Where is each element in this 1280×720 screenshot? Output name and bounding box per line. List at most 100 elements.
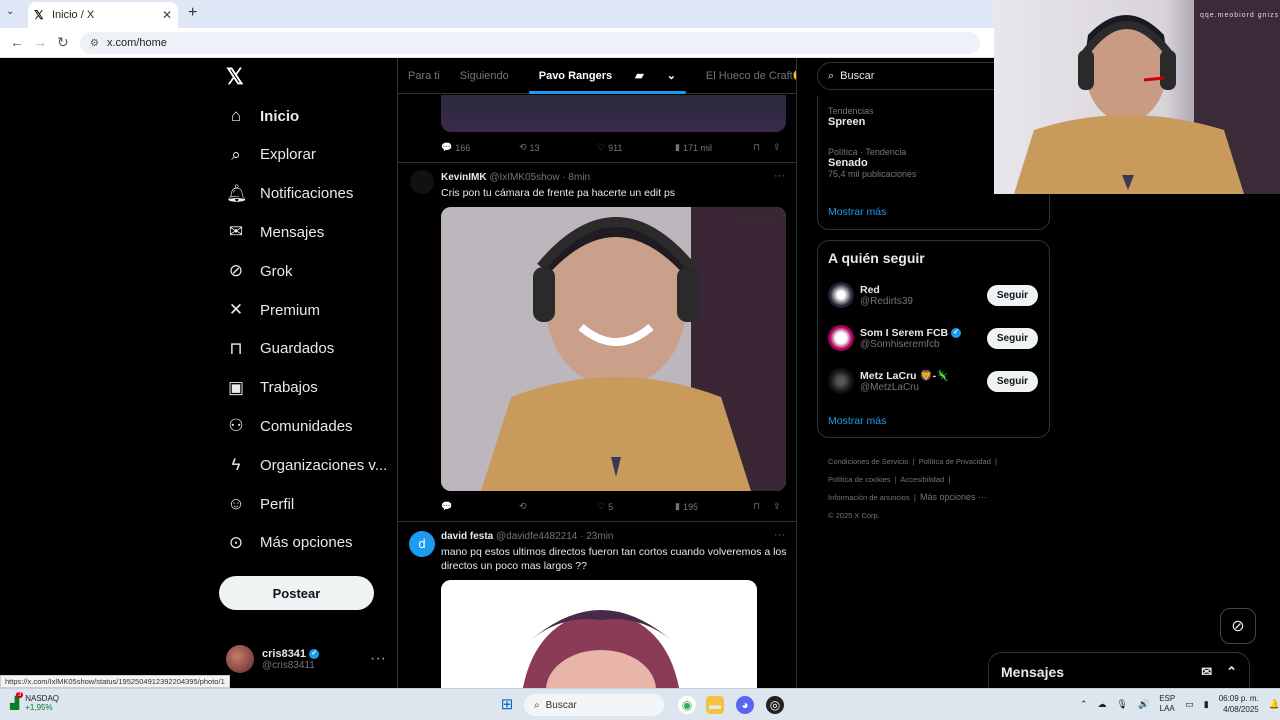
verified-badge-icon: ✓ xyxy=(951,327,962,338)
privacy-link[interactable]: Política de Privacidad xyxy=(919,457,991,466)
nav-item-notificaciones[interactable]: 🔔︎ Notificaciones xyxy=(226,177,353,211)
tab-el-hueco-de-craft[interactable]: El Hueco de Craft😯 xyxy=(696,69,796,82)
follow-button[interactable]: Seguir xyxy=(986,327,1038,349)
follow-suggestion[interactable]: Metz LaCru 🦁-🦎 @MetzLaCru Seguir xyxy=(828,365,1038,397)
link-status-bar: https://x.com/IxlMK05show/status/1952504… xyxy=(0,675,230,688)
accessibility-link[interactable]: Accesibilidad xyxy=(900,475,944,484)
nav-item-guardados[interactable]: ⊓ Guardados xyxy=(226,332,334,366)
nav-item-comunidades[interactable]: ⚇ Comunidades xyxy=(226,409,353,443)
tab-siguiendo[interactable]: Siguiendo xyxy=(450,70,519,82)
show-more-link[interactable]: Mostrar más xyxy=(828,415,886,427)
avatar[interactable]: d xyxy=(409,531,435,557)
author-handle[interactable]: @davidfe4482214 xyxy=(496,531,577,542)
ads-info-link[interactable]: Información de anuncios xyxy=(828,493,910,502)
nav-item-mensajes[interactable]: ✉ Mensajes xyxy=(226,215,324,249)
repost-button[interactable]: ⟲ 13 xyxy=(519,142,597,153)
chevron-up-icon[interactable]: ⌃ xyxy=(1080,699,1088,710)
nav-item-trabajos[interactable]: ▣ Trabajos xyxy=(226,371,318,405)
avatar[interactable] xyxy=(410,170,434,194)
tweet-photo[interactable]: qqe.meobi xyxy=(441,207,786,491)
follow-suggestion[interactable]: Red @Redirts39 Seguir xyxy=(828,279,1038,311)
account-name: cris8341 xyxy=(262,647,307,660)
taskbar-search[interactable]: ⌕ Buscar xyxy=(524,694,664,716)
back-icon[interactable]: ← xyxy=(10,34,24,50)
chrome-icon[interactable]: ◉ xyxy=(678,696,696,714)
new-message-icon[interactable]: ✉ xyxy=(1201,664,1212,680)
forward-icon[interactable]: → xyxy=(33,34,47,50)
trend-item[interactable]: Tendencias Spreen xyxy=(828,106,874,128)
x-logo-icon[interactable]: 𝕏 xyxy=(226,64,244,90)
messages-drawer[interactable]: Mensajes ✉ ⌃ xyxy=(988,652,1250,692)
chevron-down-icon: ⌄ xyxy=(666,70,676,82)
account-switcher[interactable]: cris8341 ✓ @cris83411 ··· xyxy=(226,642,386,676)
show-more-link[interactable]: Mostrar más xyxy=(828,206,886,218)
reload-icon[interactable]: ↻ xyxy=(57,34,69,51)
tweet-time[interactable]: · 8min xyxy=(562,172,590,183)
follow-button[interactable]: Seguir xyxy=(986,284,1038,306)
follow-button[interactable]: Seguir xyxy=(986,370,1038,392)
like-button[interactable]: ♡ 911 xyxy=(597,142,675,153)
share-icon[interactable]: ⇪ xyxy=(773,142,781,153)
cloud-icon[interactable]: ☁ xyxy=(1098,699,1107,710)
nav-item-inicio[interactable]: ⌂ Inicio xyxy=(226,99,299,133)
post-button[interactable]: Postear xyxy=(219,576,374,610)
close-tab-icon[interactable]: ✕ xyxy=(162,8,172,22)
follow-suggestion[interactable]: Som I Serem FCB ✓ @Somhiseremfcb Seguir xyxy=(828,322,1038,354)
network-icon[interactable]: ▭ xyxy=(1185,699,1194,710)
reply-button[interactable]: 💬 xyxy=(441,501,519,512)
author-name[interactable]: david festa xyxy=(441,531,493,542)
nav-item-organizaciones-v[interactable]: ϟ Organizaciones v... xyxy=(226,448,388,482)
tweet-text: Cris pon tu cámara de frente pa hacerte … xyxy=(441,187,676,199)
battery-icon[interactable]: ▮ xyxy=(1204,699,1209,710)
stock-change: +1,95% xyxy=(25,703,53,712)
cookies-link[interactable]: Política de cookies xyxy=(828,475,891,484)
more-icon[interactable]: ··· xyxy=(370,650,386,668)
search-input[interactable]: ⌕ Buscar xyxy=(817,62,1017,90)
site-info-icon[interactable]: ⚙ xyxy=(90,38,99,49)
bookmark-icon[interactable]: ⊓ xyxy=(753,501,773,512)
views-button[interactable]: ▮ 195 xyxy=(675,501,753,512)
url-field[interactable]: ⚙ x.com/home xyxy=(80,32,980,54)
nav-item-grok[interactable]: ⊘ Grok xyxy=(226,254,293,288)
tab-pavo-rangers[interactable]: Pavo Rangers ▰ ⌄ xyxy=(519,69,696,94)
bolt-icon: ϟ xyxy=(231,455,241,475)
nav-item-label: Comunidades xyxy=(260,417,353,435)
speaker-icon[interactable]: 🔊 xyxy=(1138,699,1149,710)
tab-para-ti[interactable]: Para ti xyxy=(398,70,450,82)
more-icon[interactable]: ··· xyxy=(774,170,785,182)
stock-widget[interactable]: ▟ 3 NASDAQ +1,95% xyxy=(10,692,59,712)
share-icon[interactable]: ⇪ xyxy=(773,501,781,512)
copyright-text: © 2025 X Corp. xyxy=(828,511,880,520)
language-indicator[interactable]: ESP LAA xyxy=(1159,694,1175,714)
notifications-icon[interactable]: 🔔 xyxy=(1269,699,1280,710)
microphone-icon[interactable]: 🎙 xyxy=(1117,699,1128,710)
clock[interactable]: 06:09 p. m. 4/08/2025 xyxy=(1219,693,1259,715)
nav-item-m-s-opciones[interactable]: ⊙ Más opciones xyxy=(226,526,353,560)
repost-button[interactable]: ⟲ xyxy=(519,501,597,512)
views-button[interactable]: ▮ 171 mil xyxy=(675,142,753,153)
tweet-photo[interactable] xyxy=(441,580,757,688)
tweet-time[interactable]: · 23min xyxy=(580,531,613,542)
windows-start-icon[interactable]: ⊞ xyxy=(498,696,516,714)
more-options-link[interactable]: Más opciones ··· xyxy=(920,492,987,502)
author-handle[interactable]: @IxIMK05show xyxy=(489,172,559,183)
author-name[interactable]: KevinIMK xyxy=(441,172,487,183)
trend-item[interactable]: Política · Tendencia Senado 75,4 mil pub… xyxy=(828,147,917,179)
expand-up-icon[interactable]: ⌃ xyxy=(1226,664,1237,680)
like-button[interactable]: ♡ 5 xyxy=(597,501,675,512)
reply-button[interactable]: 💬 166 xyxy=(441,142,519,153)
nav-item-explorar[interactable]: ⌕ Explorar xyxy=(226,138,316,172)
grok-floating-button[interactable]: ⊘ xyxy=(1220,608,1256,644)
more-icon[interactable]: ··· xyxy=(774,529,785,541)
previous-post-media[interactable] xyxy=(441,95,786,132)
nav-item-premium[interactable]: ✕ Premium xyxy=(226,293,320,327)
bookmark-icon[interactable]: ⊓ xyxy=(753,142,773,153)
discord-icon[interactable]: ◕ xyxy=(736,696,754,714)
tab-list-button[interactable]: ⌄ xyxy=(6,6,14,17)
browser-tab[interactable]: 𝕏 Inicio / X ✕ xyxy=(28,2,178,28)
nav-item-perfil[interactable]: ☺ Perfil xyxy=(226,487,294,521)
new-tab-button[interactable]: + xyxy=(188,4,197,22)
terms-link[interactable]: Condiciones de Servicio xyxy=(828,457,908,466)
file-explorer-icon[interactable]: ▬ xyxy=(706,696,724,714)
obs-icon[interactable]: ◎ xyxy=(766,696,784,714)
